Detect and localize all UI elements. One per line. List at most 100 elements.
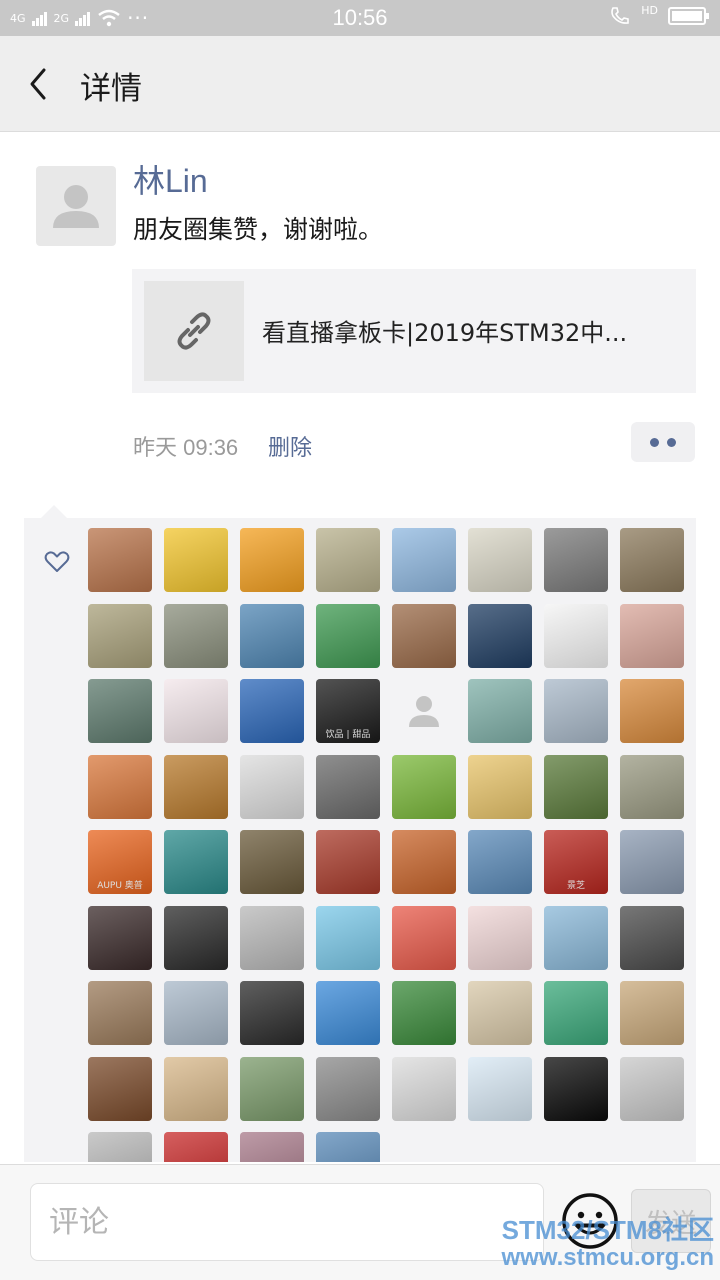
- liker-avatar[interactable]: [240, 905, 304, 970]
- post-time: 昨天 09:36: [133, 435, 239, 460]
- liker-avatar[interactable]: [316, 754, 380, 819]
- liker-avatar[interactable]: [468, 528, 532, 592]
- liker-avatar[interactable]: [164, 603, 228, 668]
- user-avatar[interactable]: [36, 166, 116, 246]
- liker-avatar[interactable]: [240, 603, 304, 668]
- comment-input[interactable]: [30, 1183, 544, 1261]
- liker-avatar[interactable]: [620, 754, 684, 819]
- liker-avatar[interactable]: [392, 754, 456, 819]
- liker-avatar[interactable]: [620, 830, 684, 894]
- liker-avatar[interactable]: [164, 754, 228, 819]
- liker-avatar[interactable]: 饮品 | 甜品: [316, 679, 380, 743]
- more-actions-button[interactable]: [631, 422, 695, 462]
- baby-cat-ears-icon: [620, 603, 684, 668]
- liker-avatar[interactable]: [164, 830, 228, 894]
- man-selfie-icon: [620, 830, 684, 894]
- liker-avatar[interactable]: [544, 754, 608, 819]
- liker-avatar[interactable]: [240, 754, 304, 819]
- liker-avatar[interactable]: [620, 603, 684, 668]
- link-title: 看直播拿板卡|2019年STM32中...: [262, 319, 628, 347]
- liker-avatar[interactable]: [468, 981, 532, 1045]
- liker-avatar[interactable]: [392, 603, 456, 668]
- liker-avatar[interactable]: [468, 1056, 532, 1121]
- delete-link[interactable]: 删除: [268, 430, 312, 462]
- liker-avatar[interactable]: [620, 679, 684, 743]
- liker-avatar[interactable]: [164, 1056, 228, 1121]
- liker-avatar[interactable]: [240, 679, 304, 743]
- liker-avatar[interactable]: [88, 679, 152, 743]
- liker-avatar[interactable]: [620, 528, 684, 592]
- liker-avatar[interactable]: [88, 603, 152, 668]
- wedding-photo-icon: [544, 679, 608, 743]
- liker-avatar[interactable]: [468, 679, 532, 743]
- liker-avatar[interactable]: [164, 528, 228, 592]
- liker-avatar[interactable]: [316, 981, 380, 1045]
- liker-avatar[interactable]: [164, 1132, 228, 1162]
- likes-panel: 饮品 | 甜品 AUPU 奥普 景芝: [24, 518, 696, 1162]
- gold-logo-icon: [316, 679, 380, 743]
- liker-avatar[interactable]: [316, 905, 380, 970]
- top-bar: 详情: [0, 36, 720, 132]
- liker-avatar[interactable]: [88, 528, 152, 592]
- liker-avatar[interactable]: [544, 981, 608, 1045]
- liker-avatar[interactable]: [392, 981, 456, 1045]
- whale-art-icon: [544, 905, 608, 970]
- liker-avatar[interactable]: AUPU 奥普: [88, 830, 152, 894]
- liker-avatar[interactable]: [316, 1056, 380, 1121]
- anime-girl-icon: [468, 679, 532, 743]
- liker-avatar[interactable]: [468, 905, 532, 970]
- shiba-dog-icon: [620, 679, 684, 743]
- liker-avatar[interactable]: [164, 981, 228, 1045]
- lake-scene-icon: [88, 679, 152, 743]
- liker-avatar[interactable]: [88, 754, 152, 819]
- pink-flowers-icon: [316, 603, 380, 668]
- liker-avatar[interactable]: [544, 528, 608, 592]
- liker-avatar[interactable]: [468, 754, 532, 819]
- liker-avatar[interactable]: [392, 830, 456, 894]
- sky-balloons-icon: [316, 905, 380, 970]
- maruko-icon: [392, 905, 456, 970]
- more-dot: [650, 437, 659, 447]
- kids-photo-icon: [88, 528, 152, 592]
- liker-avatar[interactable]: 景芝: [544, 830, 608, 894]
- username[interactable]: 林Lin: [133, 156, 208, 202]
- liker-avatar[interactable]: [240, 830, 304, 894]
- liker-avatar[interactable]: [240, 1056, 304, 1121]
- link-thumbnail: [144, 281, 244, 381]
- liker-avatar[interactable]: [468, 830, 532, 894]
- liker-avatar[interactable]: [392, 679, 456, 743]
- liker-avatar[interactable]: [392, 905, 456, 970]
- clay-pot-icon: [392, 830, 456, 894]
- liker-avatar[interactable]: [88, 905, 152, 970]
- liker-avatar[interactable]: [544, 905, 608, 970]
- man-portrait-icon: [392, 603, 456, 668]
- post-text: 朋友圈集赞，谢谢啦。: [133, 215, 384, 244]
- liker-avatar[interactable]: [164, 679, 228, 743]
- liker-avatar[interactable]: [88, 981, 152, 1045]
- liker-avatar[interactable]: [240, 981, 304, 1045]
- liker-avatar[interactable]: [164, 905, 228, 970]
- shared-link-card[interactable]: 看直播拿板卡|2019年STM32中...: [132, 269, 696, 393]
- liker-avatar[interactable]: [392, 1056, 456, 1121]
- liker-avatar[interactable]: [620, 905, 684, 970]
- liker-avatar[interactable]: [316, 830, 380, 894]
- liker-avatar[interactable]: [620, 1056, 684, 1121]
- liker-avatar[interactable]: [240, 528, 304, 592]
- liker-avatar[interactable]: [544, 679, 608, 743]
- child-sand-icon: [620, 981, 684, 1045]
- watermark-title: STM32/STM8社区: [501, 1215, 714, 1245]
- liker-avatar[interactable]: [316, 1132, 380, 1162]
- liker-avatar[interactable]: [88, 1056, 152, 1121]
- girl-silhouette-icon: [468, 528, 532, 592]
- liker-avatar[interactable]: [316, 528, 380, 592]
- liker-avatar[interactable]: [240, 1132, 304, 1162]
- woman-red-icon: [240, 830, 304, 894]
- liker-avatar[interactable]: [88, 1132, 152, 1162]
- liker-avatar[interactable]: [544, 1056, 608, 1121]
- liker-avatar[interactable]: [468, 603, 532, 668]
- liker-avatar[interactable]: [392, 528, 456, 592]
- liker-avatar[interactable]: [316, 603, 380, 668]
- liker-avatar[interactable]: [620, 981, 684, 1045]
- back-arrow-icon[interactable]: [24, 64, 54, 104]
- liker-avatar[interactable]: [544, 603, 608, 668]
